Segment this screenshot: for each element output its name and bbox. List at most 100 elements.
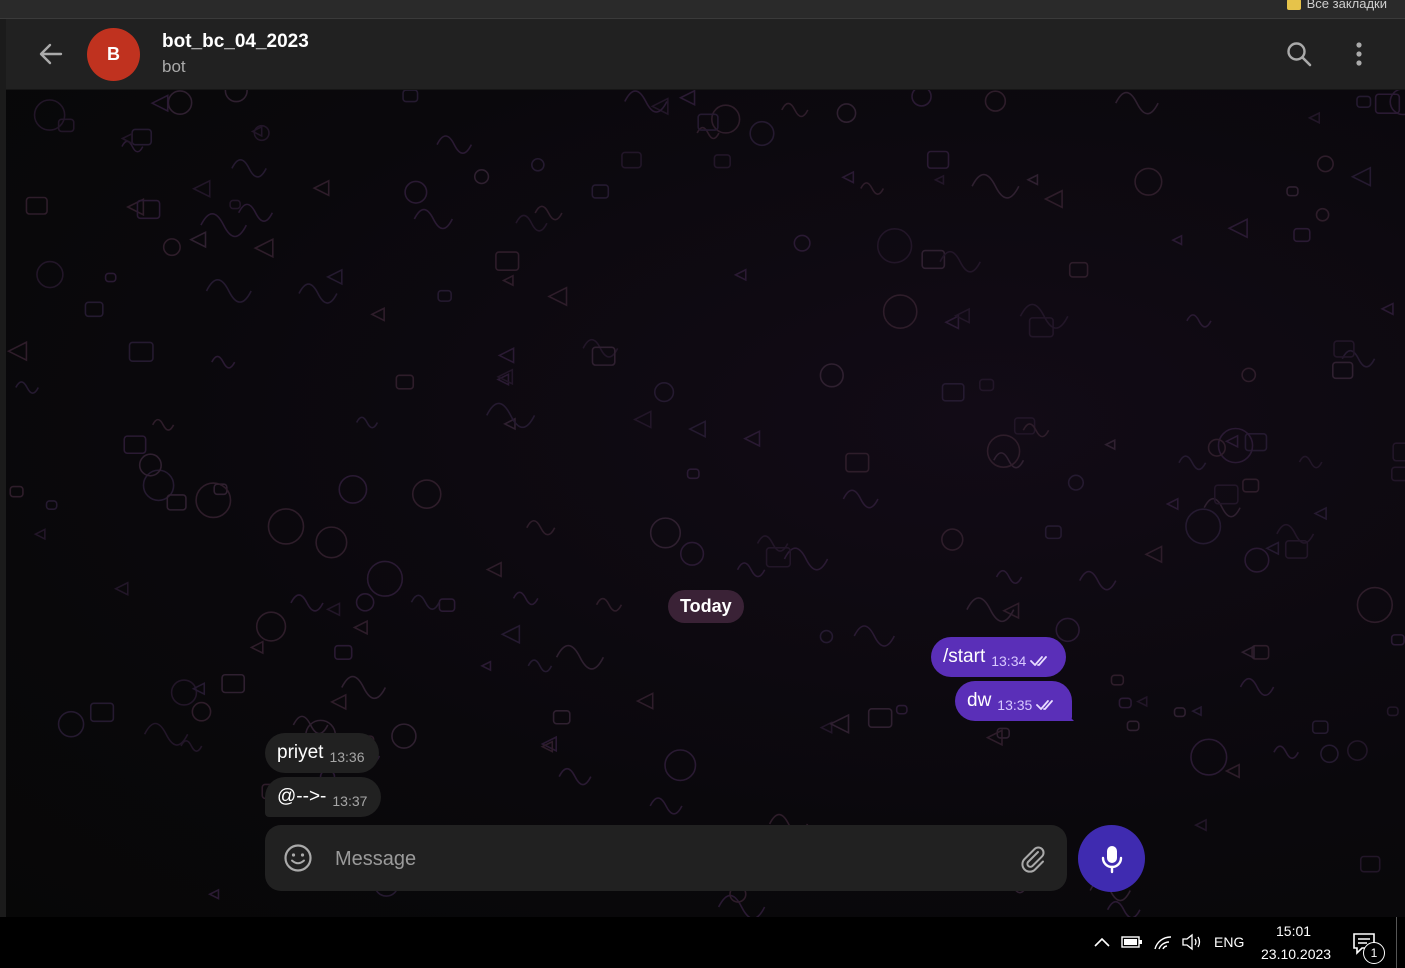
doodle-shape [136, 199, 161, 220]
doodle-shape [315, 526, 348, 559]
arrow-left-icon [39, 43, 63, 65]
doodle-shape [876, 228, 913, 264]
doodle-shape [678, 90, 696, 107]
attach-button[interactable] [1017, 843, 1047, 873]
doodle-shape [845, 452, 870, 473]
doodle-shape [1293, 227, 1311, 243]
bookmarks-folder[interactable]: Все закладки [1286, 0, 1387, 11]
doodle-shape [436, 135, 473, 154]
wifi-icon[interactable] [1153, 933, 1173, 951]
message-bubble-incoming[interactable]: @-->- 13:37 [265, 777, 382, 817]
doodle-shape [1356, 586, 1394, 624]
doodle-shape [1043, 189, 1063, 209]
doodle-shape [944, 314, 960, 330]
doodle-shape [733, 268, 747, 282]
doodle-shape [89, 702, 115, 723]
doodle-shape [1224, 434, 1239, 449]
chat-area: Today /start 13:34 dw 13:35 priyet 13:36… [6, 90, 1405, 917]
back-button[interactable] [36, 39, 66, 69]
doodle-shape [1374, 93, 1401, 115]
doodle-shape [15, 381, 40, 394]
doodle-shape [1126, 720, 1140, 732]
doodle-shape [1171, 234, 1183, 246]
doodle-shape [649, 797, 683, 815]
avatar[interactable]: B [87, 28, 140, 81]
doodle-shape [166, 494, 187, 511]
doodle-shape [143, 722, 189, 746]
message-time: 13:36 [329, 749, 365, 765]
doodle-shape [1055, 617, 1080, 643]
folder-icon [1286, 0, 1301, 11]
doodle-shape [290, 594, 324, 612]
doodle-shape [480, 660, 492, 672]
clock-time[interactable]: 15:01 [1276, 923, 1311, 939]
show-desktop-divider[interactable] [1396, 917, 1397, 968]
doodle-shape [1316, 155, 1334, 173]
chevron-up-icon[interactable] [1093, 935, 1111, 949]
chat-title[interactable]: bot_bc_04_2023 [162, 31, 309, 53]
windows-taskbar: ENG 15:01 23.10.2023 1 [0, 917, 1405, 968]
doodle-shape [882, 294, 918, 329]
doodle-shape [829, 713, 850, 734]
notification-badge: 1 [1363, 942, 1385, 964]
doodle-shape [36, 260, 64, 289]
doodle-shape [1144, 545, 1163, 564]
doodle-shape [1136, 695, 1148, 708]
doodle-shape [1193, 818, 1207, 832]
message-input[interactable] [333, 841, 977, 877]
doodle-shape [128, 341, 154, 363]
doodle-shape [1013, 417, 1036, 435]
doodle-shape [526, 519, 556, 536]
doodle-shape [1265, 541, 1280, 556]
message-bubble-outgoing[interactable]: dw 13:35 [955, 681, 1073, 721]
doodle-shape [370, 306, 385, 322]
doodle-shape [195, 482, 232, 519]
doodle-shape [170, 679, 198, 706]
doodle-shape [213, 483, 228, 496]
doodle-shape [819, 629, 834, 644]
doodle-shape [200, 213, 248, 238]
language-indicator[interactable]: ENG [1214, 934, 1244, 950]
message-bubble-outgoing[interactable]: /start 13:34 [931, 637, 1067, 677]
doodle-shape [1118, 697, 1132, 709]
doodle-shape [1028, 317, 1054, 338]
doodle-shape [267, 508, 305, 545]
doodle-shape [679, 541, 705, 566]
search-button[interactable] [1284, 39, 1314, 69]
doodle-shape [123, 435, 147, 455]
doodle-shape [221, 673, 246, 694]
doodle-shape [1390, 634, 1405, 646]
doodle-shape [33, 99, 66, 131]
doodle-shape [649, 517, 682, 549]
message-bubble-incoming[interactable]: priyet 13:36 [265, 733, 379, 773]
doodle-shape [391, 723, 417, 749]
doodle-shape [1068, 261, 1089, 278]
doodle-shape [334, 644, 353, 660]
doodle-shape [84, 301, 104, 318]
doodle-shape [338, 474, 368, 504]
doodle-shape [57, 710, 85, 738]
doodle-shape [1022, 423, 1050, 438]
clock-date[interactable]: 23.10.2023 [1261, 946, 1331, 962]
doodle-shape [298, 283, 338, 304]
doodle-shape [1320, 744, 1339, 764]
battery-icon[interactable] [1121, 935, 1143, 949]
doodle-shape [395, 374, 415, 390]
doodle-shape [1224, 763, 1240, 779]
emoji-button[interactable] [283, 843, 313, 873]
doodle-shape [1386, 706, 1399, 717]
doodle-shape [1067, 474, 1085, 491]
doodle-shape [995, 569, 1023, 585]
doodle-shape [312, 179, 330, 197]
speaker-icon[interactable] [1181, 933, 1203, 951]
voice-record-button[interactable] [1078, 825, 1145, 892]
doodle-shape [6, 340, 28, 362]
doodle-shape [688, 420, 706, 439]
doodle-shape [410, 594, 440, 611]
doodle-shape [686, 468, 700, 480]
doodle-shape [495, 251, 520, 272]
doodle-shape [253, 238, 274, 259]
doodle-shape [249, 640, 264, 655]
doodle-shape [189, 230, 207, 249]
more-menu-button[interactable] [1346, 39, 1372, 69]
